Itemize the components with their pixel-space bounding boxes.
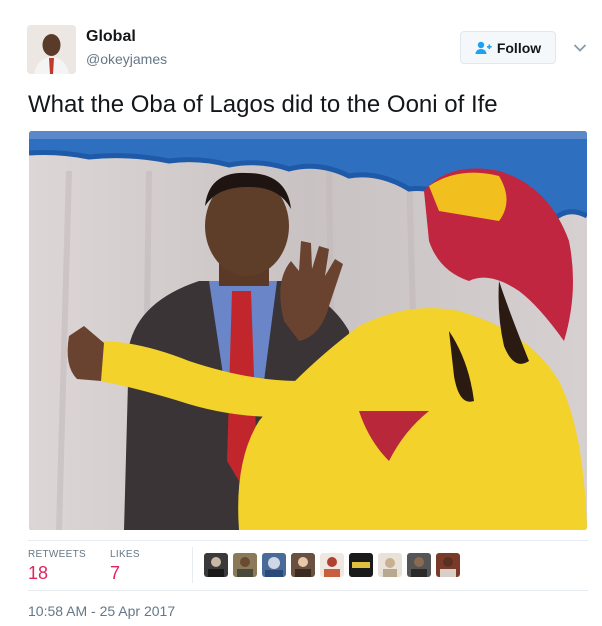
retweets-label: RETWEETS bbox=[28, 549, 86, 560]
liker-avatar-icon[interactable] bbox=[320, 553, 344, 577]
likes-count[interactable]: 7 bbox=[110, 563, 120, 584]
liker-avatar-icon[interactable] bbox=[262, 553, 286, 577]
add-user-icon bbox=[475, 41, 492, 54]
follow-button-label: Follow bbox=[496, 39, 542, 56]
follow-button[interactable]: Follow bbox=[460, 31, 556, 64]
more-options-chevron-down-icon[interactable] bbox=[573, 40, 587, 52]
liker-avatar-icon[interactable] bbox=[291, 553, 315, 577]
video-still-image bbox=[29, 131, 587, 530]
stats-separator bbox=[192, 547, 193, 583]
tweet-media[interactable] bbox=[29, 131, 587, 530]
author-avatar[interactable] bbox=[27, 25, 76, 74]
divider bbox=[28, 590, 588, 591]
retweets-count[interactable]: 18 bbox=[28, 563, 48, 584]
tweet-text: What the Oba of Lagos did to the Ooni of… bbox=[28, 91, 498, 118]
liker-avatar-icon[interactable] bbox=[204, 553, 228, 577]
profile-photo-icon bbox=[27, 25, 76, 74]
author-name[interactable]: Global bbox=[86, 28, 136, 46]
liker-avatar-icon[interactable] bbox=[407, 553, 431, 577]
tweet-timestamp[interactable]: 10:58 AM - 25 Apr 2017 bbox=[28, 603, 175, 619]
liker-avatars bbox=[204, 553, 460, 577]
liker-avatar-icon[interactable] bbox=[378, 553, 402, 577]
divider bbox=[28, 540, 588, 541]
liker-avatar-icon[interactable] bbox=[233, 553, 257, 577]
liker-avatar-icon[interactable] bbox=[436, 553, 460, 577]
liker-avatar-icon[interactable] bbox=[349, 553, 373, 577]
author-handle[interactable]: @okeyjames bbox=[86, 51, 167, 67]
likes-label: LIKES bbox=[110, 549, 140, 560]
